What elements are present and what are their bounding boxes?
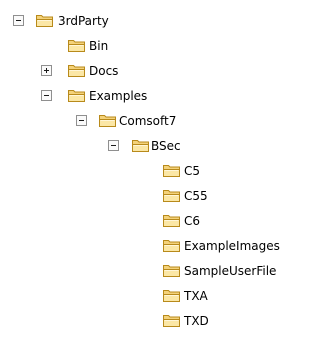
tree-node-exampleimages[interactable]: ExampleImages [0, 234, 320, 259]
folder-icon [162, 187, 181, 203]
tree-node-label[interactable]: Examples [89, 88, 147, 104]
tree-node-label[interactable]: ExampleImages [184, 238, 280, 254]
tree-node-examples[interactable]: Examples [0, 84, 320, 109]
tree-node-label[interactable]: Docs [89, 63, 118, 79]
tree-node-3rdparty[interactable]: 3rdParty [0, 9, 320, 34]
tree-node-c6[interactable]: C6 [0, 209, 320, 234]
folder-icon [35, 12, 54, 28]
tree-node-comsoft7[interactable]: Comsoft7 [0, 109, 320, 134]
tree-node-docs[interactable]: Docs [0, 59, 320, 84]
folder-tree: 3rdParty Bin Docs Examples Comsoft7 BSec… [0, 0, 320, 339]
folder-icon [131, 137, 150, 153]
tree-node-label[interactable]: 3rdParty [58, 13, 109, 29]
folder-icon [162, 237, 181, 253]
collapse-toggle-icon[interactable] [76, 115, 87, 126]
tree-node-label[interactable]: SampleUserFile [184, 263, 276, 279]
tree-node-bin[interactable]: Bin [0, 34, 320, 59]
tree-node-sampleuserfile[interactable]: SampleUserFile [0, 259, 320, 284]
folder-icon [67, 87, 86, 103]
tree-node-txd[interactable]: TXD [0, 309, 320, 334]
tree-node-label[interactable]: TXD [184, 313, 209, 329]
folder-icon [162, 212, 181, 228]
tree-node-txa[interactable]: TXA [0, 284, 320, 309]
tree-node-label[interactable]: Bin [89, 38, 108, 54]
tree-node-label[interactable]: TXA [184, 288, 208, 304]
folder-icon [162, 262, 181, 278]
tree-node-label[interactable]: C5 [184, 163, 200, 179]
tree-node-label[interactable]: BSec [151, 138, 181, 154]
folder-icon [162, 287, 181, 303]
tree-node-label[interactable]: C55 [184, 188, 208, 204]
tree-node-c5[interactable]: C5 [0, 159, 320, 184]
tree-node-c55[interactable]: C55 [0, 184, 320, 209]
folder-icon [162, 162, 181, 178]
tree-node-label[interactable]: C6 [184, 213, 200, 229]
tree-node-bsec[interactable]: BSec [0, 134, 320, 159]
expand-toggle-icon[interactable] [41, 65, 52, 76]
folder-icon [162, 312, 181, 328]
folder-icon [98, 112, 117, 128]
collapse-toggle-icon[interactable] [108, 140, 119, 151]
folder-icon [67, 37, 86, 53]
tree-node-label[interactable]: Comsoft7 [119, 113, 176, 129]
collapse-toggle-icon[interactable] [41, 90, 52, 101]
folder-icon [67, 62, 86, 78]
collapse-toggle-icon[interactable] [13, 15, 24, 26]
